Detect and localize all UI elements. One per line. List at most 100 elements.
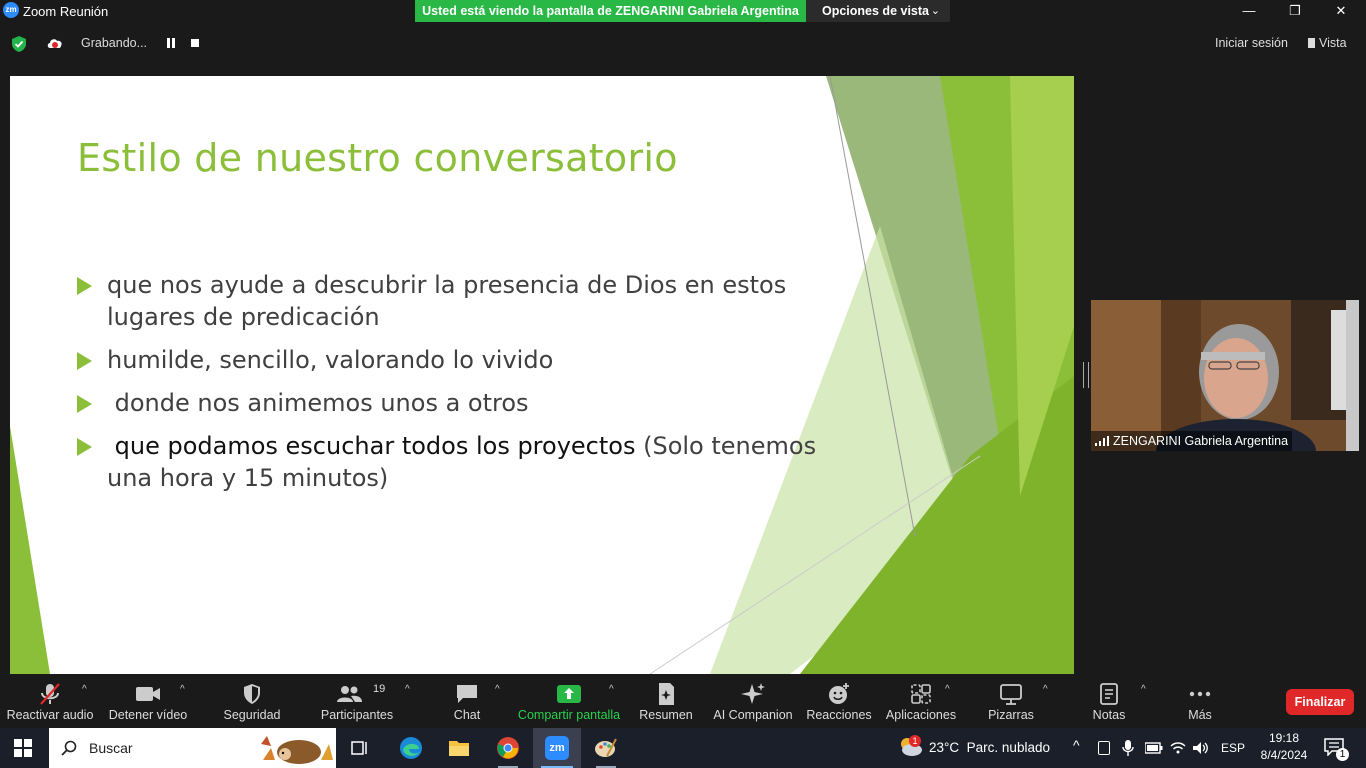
clock[interactable]: 19:18 8/4/2024 bbox=[1252, 731, 1316, 767]
stop-recording-icon[interactable] bbox=[191, 39, 199, 47]
taskbar-edge[interactable] bbox=[387, 728, 435, 768]
reactions-label: Reacciones bbox=[806, 708, 872, 722]
security-label: Seguridad bbox=[223, 708, 281, 722]
summary-label: Resumen bbox=[639, 708, 693, 722]
video-camera-icon bbox=[136, 687, 160, 701]
stop-video-button[interactable]: Detener vídeo bbox=[104, 676, 192, 728]
slide-title: Estilo de nuestro conversatorio bbox=[77, 136, 678, 180]
bullet-item: que podamos escuchar todos los proyectos… bbox=[77, 430, 837, 494]
clock-date: 8/4/2024 bbox=[1260, 748, 1308, 762]
notes-label: Notas bbox=[1092, 708, 1126, 722]
participant-count: 19 bbox=[373, 683, 386, 695]
signal-strength-icon bbox=[1095, 436, 1109, 446]
meeting-toolbar: Reactivar audio ^ Detener vídeo ^ Seguri… bbox=[0, 676, 1366, 728]
participant-video-tile[interactable]: ZENGARINI Gabriela Argentina bbox=[1091, 300, 1359, 451]
meet-now-icon[interactable] bbox=[1098, 741, 1110, 755]
more-label: Más bbox=[1188, 708, 1212, 722]
ai-companion-button[interactable]: AI Companion bbox=[708, 676, 798, 728]
taskbar-search-box[interactable]: Buscar bbox=[49, 728, 336, 768]
chat-caret-icon[interactable]: ^ bbox=[495, 684, 500, 695]
view-label: Vista bbox=[1319, 36, 1347, 50]
clock-time: 19:18 bbox=[1268, 731, 1300, 745]
notes-button[interactable]: Notas bbox=[1080, 676, 1138, 728]
taskbar-paint[interactable] bbox=[582, 728, 630, 768]
participant-name: ZENGARINI Gabriela Argentina bbox=[1113, 434, 1289, 448]
share-screen-button[interactable]: Compartir pantalla bbox=[516, 676, 622, 728]
bullet-triangle-icon bbox=[77, 395, 92, 413]
bullet-item: humilde, sencillo, valorando lo vivido bbox=[77, 344, 837, 376]
end-meeting-button[interactable]: Finalizar bbox=[1286, 689, 1354, 715]
minimize-button[interactable]: — bbox=[1226, 0, 1272, 22]
close-button[interactable]: ✕ bbox=[1318, 0, 1364, 22]
chevron-down-icon: ⌄ bbox=[930, 5, 940, 17]
participants-caret-icon[interactable]: ^ bbox=[405, 684, 410, 695]
summary-button[interactable]: Resumen bbox=[636, 676, 696, 728]
bullet-item: donde nos animemos unos a otros bbox=[77, 387, 837, 419]
more-dots-icon bbox=[1189, 691, 1211, 697]
windows-start-icon[interactable] bbox=[14, 739, 32, 757]
share-screen-label: Compartir pantalla bbox=[517, 708, 621, 722]
windows-taskbar: Buscar zm 1 23°C Parc. nublado ^ ESP 19:… bbox=[0, 728, 1366, 768]
edge-browser-icon bbox=[400, 737, 422, 759]
view-button[interactable]: Vista bbox=[1308, 36, 1347, 50]
notification-center-button[interactable]: 1 bbox=[1322, 736, 1350, 761]
participant-video-feed bbox=[1091, 300, 1359, 451]
reactions-button[interactable]: Reacciones bbox=[806, 676, 872, 728]
notification-count: 1 bbox=[1336, 748, 1349, 761]
ai-companion-label: AI Companion bbox=[713, 708, 793, 722]
weather-widget[interactable]: 1 23°C Parc. nublado bbox=[895, 728, 1055, 768]
folder-icon bbox=[449, 741, 469, 756]
apps-label: Aplicaciones bbox=[885, 708, 957, 722]
weather-badge: 1 bbox=[909, 735, 921, 747]
more-button[interactable]: Más bbox=[1176, 676, 1224, 728]
stop-video-label: Detener vídeo bbox=[108, 708, 188, 722]
participants-button[interactable]: 19 Participantes bbox=[316, 676, 398, 728]
restore-button[interactable]: ❐ bbox=[1272, 0, 1318, 22]
paint-palette-icon bbox=[595, 738, 617, 757]
whiteboards-button[interactable]: Pizarras bbox=[980, 676, 1042, 728]
volume-icon[interactable] bbox=[1192, 741, 1210, 755]
task-view-button[interactable] bbox=[336, 728, 384, 768]
taskbar-chrome[interactable] bbox=[484, 728, 532, 768]
security-button[interactable]: Seguridad bbox=[216, 676, 288, 728]
microphone-icon[interactable] bbox=[1122, 740, 1134, 756]
whiteboards-caret-icon[interactable]: ^ bbox=[1043, 684, 1048, 695]
window-title: Zoom Reunión bbox=[23, 4, 109, 19]
taskbar-file-explorer[interactable] bbox=[435, 728, 483, 768]
chat-button[interactable]: Chat bbox=[437, 676, 497, 728]
emoji-add-icon bbox=[829, 683, 849, 704]
chrome-browser-icon bbox=[497, 737, 519, 759]
screen-share-banner: Usted está viendo la pantalla de ZENGARI… bbox=[415, 0, 806, 22]
view-options-label: Opciones de vista bbox=[822, 4, 929, 18]
bullet-text-emphasis: que podamos escuchar todos los proyectos bbox=[107, 432, 636, 460]
battery-icon[interactable] bbox=[1145, 742, 1163, 754]
weather-text: 23°C Parc. nublado bbox=[929, 740, 1050, 755]
video-options-caret-icon[interactable]: ^ bbox=[180, 684, 185, 695]
sign-in-link[interactable]: Iniciar sesión bbox=[1215, 36, 1288, 50]
bullet-text: humilde, sencillo, valorando lo vivido bbox=[107, 346, 554, 374]
show-hidden-icons-chevron-icon[interactable]: ^ bbox=[1073, 737, 1080, 753]
view-grid-icon bbox=[1308, 38, 1315, 48]
panel-resize-handle[interactable] bbox=[1083, 362, 1089, 388]
cloud-recording-icon[interactable] bbox=[46, 36, 64, 50]
apps-icon bbox=[911, 684, 931, 704]
sparkle-icon bbox=[741, 683, 765, 704]
unmute-label: Reactivar audio bbox=[6, 708, 94, 722]
audio-options-caret-icon[interactable]: ^ bbox=[82, 684, 87, 695]
input-language[interactable]: ESP bbox=[1221, 741, 1245, 755]
shield-icon bbox=[244, 684, 260, 704]
pause-recording-icon[interactable] bbox=[166, 38, 176, 48]
taskbar-zoom[interactable]: zm bbox=[533, 728, 581, 768]
apps-caret-icon[interactable]: ^ bbox=[945, 684, 950, 695]
view-options-button[interactable]: Opciones de vista ⌄ bbox=[806, 0, 950, 22]
notes-caret-icon[interactable]: ^ bbox=[1141, 684, 1146, 695]
bullet-item: que nos ayude a descubrir la presencia d… bbox=[77, 269, 837, 333]
title-bar: zm Zoom Reunión Usted está viendo la pan… bbox=[0, 0, 1366, 22]
share-caret-icon[interactable]: ^ bbox=[609, 684, 614, 695]
participants-label: Participantes bbox=[320, 708, 394, 722]
shared-screen-slide: Estilo de nuestro conversatorio que nos … bbox=[10, 76, 1074, 674]
search-highlight-hedgehog-icon bbox=[261, 736, 333, 764]
encryption-shield-icon[interactable] bbox=[10, 35, 28, 53]
wifi-icon[interactable] bbox=[1170, 741, 1186, 755]
chat-label: Chat bbox=[453, 708, 481, 722]
